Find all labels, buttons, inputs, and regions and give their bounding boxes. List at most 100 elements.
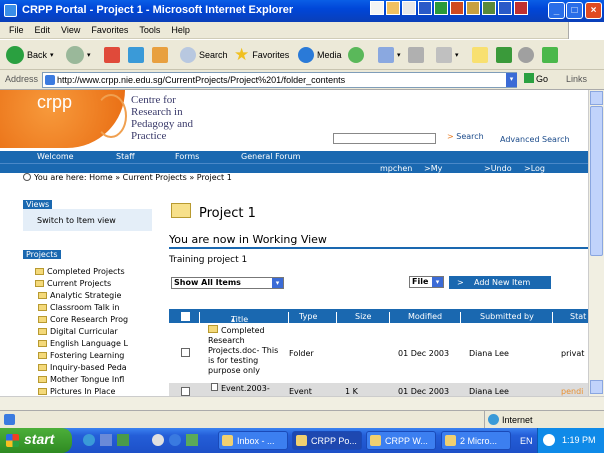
menu-favorites[interactable]: Favorites bbox=[91, 25, 128, 35]
quicklaunch-icon[interactable] bbox=[152, 434, 164, 446]
undo-link[interactable]: > Undo bbox=[484, 164, 512, 173]
desktop-icon[interactable] bbox=[100, 434, 112, 446]
tree-item[interactable]: Mother Tongue Infl bbox=[38, 375, 124, 384]
table-row[interactable]: Event.2003- Event 1 K 01 Dec 2003 Diana … bbox=[169, 383, 588, 396]
address-dropdown-icon[interactable]: ▾ bbox=[506, 73, 517, 87]
minimize-button[interactable]: _ bbox=[548, 2, 565, 19]
col-status[interactable]: Stat bbox=[570, 312, 586, 321]
menu-bar: File Edit View Favorites Tools Help bbox=[0, 22, 604, 39]
research-button[interactable] bbox=[496, 44, 512, 66]
my-profile-link[interactable]: > My Profile bbox=[424, 164, 456, 182]
tree-item[interactable]: Analytic Strategie bbox=[38, 291, 121, 300]
tray-icon[interactable] bbox=[498, 1, 512, 15]
tray-icon[interactable] bbox=[514, 1, 528, 15]
logout-link[interactable]: > Log out bbox=[524, 164, 545, 182]
menu-help[interactable]: Help bbox=[171, 25, 190, 35]
col-size[interactable]: Size bbox=[355, 312, 371, 321]
tray-icon[interactable] bbox=[402, 1, 416, 15]
word-icon[interactable] bbox=[418, 1, 432, 15]
switch-to-item-view-link[interactable]: Switch to Item view bbox=[37, 216, 116, 225]
tray-icon[interactable] bbox=[370, 1, 384, 15]
links-button[interactable]: Links bbox=[566, 74, 587, 84]
row-checkbox[interactable] bbox=[181, 387, 190, 396]
search-button[interactable]: Search bbox=[180, 44, 228, 66]
language-indicator[interactable]: EN bbox=[520, 436, 533, 446]
print-button[interactable] bbox=[408, 44, 424, 66]
tree-current-projects[interactable]: Current Projects bbox=[35, 279, 111, 288]
show-items-select[interactable]: Show All Items ▾ bbox=[171, 277, 284, 289]
media-button[interactable]: Media bbox=[298, 44, 342, 66]
task-word[interactable]: 2 Micro... bbox=[441, 431, 511, 450]
ie-quicklaunch-icon[interactable] bbox=[83, 434, 95, 446]
task-crpp-portal[interactable]: CRPP Po... bbox=[292, 431, 362, 450]
clock[interactable]: 1:19 PM bbox=[562, 435, 596, 445]
site-search-input[interactable] bbox=[333, 133, 436, 144]
powerpoint-icon[interactable] bbox=[450, 1, 464, 15]
notes-button[interactable] bbox=[472, 44, 488, 66]
row-title-link[interactable]: Completed Research Projects.doc- This is… bbox=[208, 325, 286, 376]
menu-view[interactable]: View bbox=[61, 25, 80, 35]
address-input[interactable]: http://www.crpp.nie.edu.sg/CurrentProjec… bbox=[42, 72, 517, 88]
search-icon bbox=[180, 47, 196, 63]
nav-general-forum[interactable]: General Forum bbox=[241, 152, 300, 161]
select-all-checkbox[interactable] bbox=[181, 312, 190, 321]
tray-icon[interactable] bbox=[482, 1, 496, 15]
site-search-button[interactable]: > Search bbox=[447, 132, 484, 141]
nav-welcome[interactable]: Welcome bbox=[37, 152, 74, 161]
tree-item[interactable]: Inquiry-based Peda bbox=[38, 363, 127, 372]
task-crpp-w[interactable]: CRPP W... bbox=[366, 431, 436, 450]
messenger-button[interactable] bbox=[518, 44, 534, 66]
back-button[interactable]: Back ▾ bbox=[6, 44, 54, 66]
window-title-bar[interactable]: CRPP Portal - Project 1 - Microsoft Inte… bbox=[0, 0, 604, 22]
nav-forms[interactable]: Forms bbox=[175, 152, 199, 161]
edit-button[interactable]: ▾ bbox=[436, 44, 459, 66]
maximize-button[interactable]: □ bbox=[566, 2, 583, 19]
tray-icon[interactable] bbox=[386, 1, 400, 15]
row-title-link[interactable]: Event.2003- bbox=[211, 383, 270, 393]
vertical-scrollbar[interactable] bbox=[588, 90, 604, 396]
refresh-button[interactable] bbox=[128, 44, 144, 66]
col-type[interactable]: Type bbox=[299, 312, 317, 321]
close-button[interactable]: × bbox=[585, 2, 602, 19]
file-type-select[interactable]: File ▾ bbox=[409, 276, 444, 288]
menu-file[interactable]: File bbox=[9, 25, 24, 35]
menu-edit[interactable]: Edit bbox=[35, 25, 51, 35]
nav-staff[interactable]: Staff bbox=[116, 152, 135, 161]
scroll-up-icon[interactable] bbox=[590, 91, 603, 105]
tray-icon[interactable] bbox=[543, 434, 555, 446]
tree-item[interactable]: Classroom Talk in bbox=[38, 303, 119, 312]
home-button[interactable] bbox=[152, 44, 168, 66]
excel-icon[interactable] bbox=[434, 1, 448, 15]
tree-item[interactable]: Pictures In Place bbox=[38, 387, 115, 396]
forward-button[interactable]: ▾ bbox=[66, 44, 91, 66]
go-button[interactable]: Go bbox=[524, 73, 548, 84]
tree-item[interactable]: Core Research Prog bbox=[38, 315, 128, 324]
quicklaunch-icon[interactable] bbox=[186, 434, 198, 446]
col-modified[interactable]: Modified bbox=[408, 312, 442, 321]
tree-item[interactable]: Fostering Learning bbox=[38, 351, 124, 360]
col-submitted-by[interactable]: Submitted by bbox=[480, 312, 534, 321]
row-checkbox[interactable] bbox=[181, 348, 190, 357]
horizontal-scrollbar[interactable] bbox=[0, 396, 604, 410]
menu-tools[interactable]: Tools bbox=[139, 25, 160, 35]
scroll-down-icon[interactable] bbox=[590, 380, 603, 394]
table-row[interactable]: Completed Research Projects.doc- This is… bbox=[169, 323, 588, 383]
history-button[interactable] bbox=[348, 44, 364, 66]
advanced-search-link[interactable]: Advanced Search bbox=[500, 135, 570, 144]
buddy-button[interactable] bbox=[542, 44, 558, 66]
edit-icon bbox=[436, 47, 452, 63]
tree-item[interactable]: English Language L bbox=[38, 339, 128, 348]
stop-button[interactable] bbox=[104, 44, 120, 66]
mail-button[interactable]: ▾ bbox=[378, 44, 401, 66]
access-icon[interactable] bbox=[466, 1, 480, 15]
tree-item[interactable]: Digital Curricular bbox=[38, 327, 118, 336]
favorites-button[interactable]: ★ Favorites bbox=[234, 44, 289, 66]
tree-completed-projects[interactable]: Completed Projects bbox=[35, 267, 125, 276]
quicklaunch-icon[interactable] bbox=[117, 434, 129, 446]
scroll-thumb[interactable] bbox=[590, 106, 603, 256]
add-new-item-button[interactable]: > Add New Item bbox=[449, 276, 551, 289]
refresh-icon bbox=[128, 47, 144, 63]
quicklaunch-icon[interactable] bbox=[169, 434, 181, 446]
task-inbox[interactable]: Inbox - ... bbox=[218, 431, 288, 450]
start-button[interactable]: start bbox=[0, 428, 72, 453]
